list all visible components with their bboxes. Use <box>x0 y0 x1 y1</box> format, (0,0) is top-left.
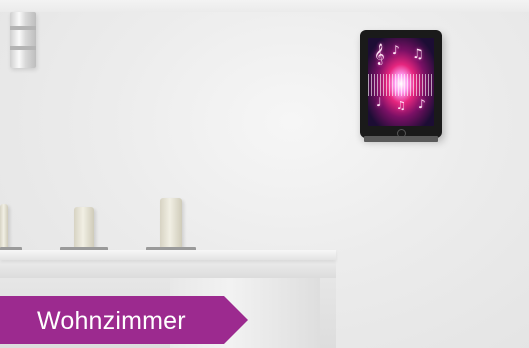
music-note-icon: ♪ <box>418 97 426 111</box>
room-label-text: Wohnzimmer <box>37 307 186 335</box>
tablet-icon: 𝄞 ♪ ♫ ♩ ♫ ♪ <box>360 30 442 138</box>
ceiling-band <box>0 0 529 12</box>
music-note-icon: ♩ <box>376 95 382 109</box>
music-note-icon: ♪ <box>392 43 400 57</box>
mount-bracket <box>364 136 438 142</box>
candle-icon <box>0 204 8 250</box>
candle-icon <box>160 198 182 250</box>
music-note-icon: 𝄞 <box>374 44 385 65</box>
wall-light-icon <box>10 12 36 68</box>
audio-wave-graphic <box>368 74 434 96</box>
mantle-front <box>0 260 336 278</box>
tablet-wall-mount: 𝄞 ♪ ♫ ♩ ♫ ♪ <box>360 30 442 142</box>
music-note-icon: ♫ <box>396 99 406 112</box>
living-room-scene: 𝄞 ♪ ♫ ♩ ♫ ♪ <box>0 0 529 348</box>
music-note-icon: ♫ <box>412 47 424 62</box>
mantle-top <box>0 250 336 260</box>
candle-icon <box>74 207 94 250</box>
tablet-screen: 𝄞 ♪ ♫ ♩ ♫ ♪ <box>368 38 434 126</box>
